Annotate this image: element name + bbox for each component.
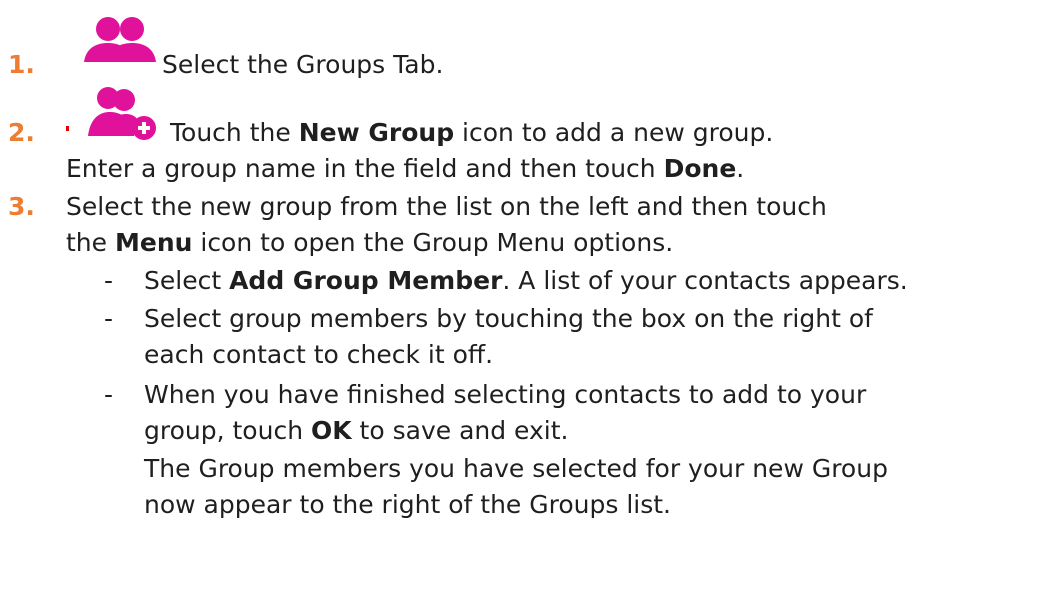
step-1-number: 1.: [8, 50, 35, 79]
bullet-3-dash: -: [104, 380, 114, 409]
bullet-3-line-2: group, touch OK to save and exit.: [144, 416, 569, 445]
red-mark: [66, 126, 69, 131]
step-2-line-2: Enter a group name in the field and then…: [66, 154, 745, 183]
groups-icon: [84, 17, 156, 62]
step-3-line-1: Select the new group from the list on th…: [66, 192, 827, 221]
bullet-3-line-3: The Group members you have selected for …: [144, 454, 888, 483]
step-3-line-2: the Menu icon to open the Group Menu opt…: [66, 228, 674, 257]
bullet-1-line-1: Select Add Group Member. A list of your …: [144, 266, 908, 295]
bullet-2-dash: -: [104, 304, 114, 333]
new-group-icon: [88, 87, 156, 140]
step-3-number: 3.: [8, 192, 35, 221]
step-2-number: 2.: [8, 118, 35, 147]
bullet-1-dash: -: [104, 266, 114, 295]
step-2-line-1: Touch the New Group icon to add a new gr…: [170, 118, 774, 147]
instruction-document: 1. Select the Groups Tab. 2. Touch the N…: [0, 0, 1037, 608]
step-1-text: Select the Groups Tab.: [162, 50, 444, 79]
bullet-3-line-1: When you have finished selecting contact…: [144, 380, 867, 409]
bullet-3-line-4: now appear to the right of the Groups li…: [144, 490, 671, 519]
bullet-2-line-1: Select group members by touching the box…: [144, 304, 873, 333]
bullet-2-line-2: each contact to check it off.: [144, 340, 494, 369]
